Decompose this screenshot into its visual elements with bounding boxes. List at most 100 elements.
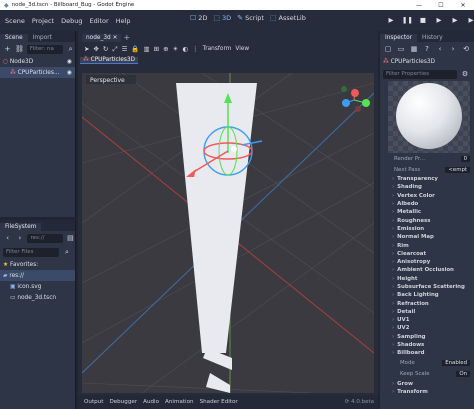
perspective-button[interactable]: Perspective xyxy=(90,77,125,84)
selected-node-label[interactable]: ⁂ CPUParticles3D xyxy=(80,57,139,64)
section-normal-map[interactable]: Normal Map xyxy=(380,233,474,241)
visibility-eye-icon[interactable]: ◉ xyxy=(67,59,72,65)
menu-editor[interactable]: Editor xyxy=(89,17,108,25)
section-uv1[interactable]: UV1 xyxy=(380,316,474,324)
close-button[interactable]: ✕ xyxy=(452,2,474,9)
maximize-button[interactable]: ☐ xyxy=(430,2,452,9)
section-anisotropy[interactable]: Anisotropy xyxy=(380,258,474,266)
back-arrow-icon[interactable]: ‹ xyxy=(435,44,445,54)
minimize-button[interactable]: — xyxy=(408,2,430,9)
tab-output[interactable]: Output xyxy=(84,399,103,405)
billboard-mode-select[interactable]: Enabled xyxy=(442,360,470,367)
tab-inspector[interactable]: Inspector xyxy=(380,34,418,42)
workspace-2d[interactable]: ☐ 2D xyxy=(190,14,207,22)
menu-debug[interactable]: Debug xyxy=(61,17,82,25)
select-tool-icon[interactable]: ➤ xyxy=(84,45,89,53)
search-icon[interactable]: ⌕ xyxy=(66,44,75,54)
load-icon[interactable]: ▭ xyxy=(396,44,406,54)
section-vertex-color[interactable]: Vertex Color xyxy=(380,192,474,200)
section-transform[interactable]: Transform xyxy=(380,388,474,396)
forward-arrow-icon[interactable]: › xyxy=(448,44,458,54)
section-sampling[interactable]: Sampling xyxy=(380,333,474,341)
menu-project[interactable]: Project xyxy=(32,17,54,25)
section-albedo[interactable]: Albedo xyxy=(380,200,474,208)
add-tab-icon[interactable]: + xyxy=(123,33,130,42)
tab-import[interactable]: Import xyxy=(28,34,57,42)
select-list-icon[interactable]: ☰ xyxy=(122,45,128,53)
section-billboard[interactable]: Billboard xyxy=(380,349,474,357)
pause-icon[interactable]: ❚❚ xyxy=(402,15,413,25)
remote-debug-icon[interactable]: ▶ xyxy=(434,15,444,25)
back-arrow-icon[interactable]: ‹ xyxy=(3,233,12,243)
group-icon[interactable]: ▥ xyxy=(143,45,149,53)
section-subsurface[interactable]: Subsurface Scattering xyxy=(380,283,474,291)
tab-debugger[interactable]: Debugger xyxy=(109,399,137,405)
tree-item-cpuparticles[interactable]: ⁂ CPUParticles... ◉ xyxy=(0,67,75,78)
section-shadows[interactable]: Shadows xyxy=(380,341,474,349)
section-rim[interactable]: Rim xyxy=(380,241,474,249)
play-custom-icon[interactable]: ▶ xyxy=(466,15,474,25)
more-icon[interactable]: ⋮ xyxy=(192,45,199,53)
file-item-res[interactable]: ▰ res:// xyxy=(0,270,75,281)
link-icon[interactable]: ⛓ xyxy=(15,44,24,54)
section-ambient-occlusion[interactable]: Ambient Occlusion xyxy=(380,266,474,274)
environment-icon[interactable]: ◐ xyxy=(182,45,188,53)
tab-history[interactable]: History xyxy=(417,34,448,42)
tab-filesystem[interactable]: FileSystem xyxy=(0,223,42,231)
render-priority-row[interactable]: Render Pr... 0 xyxy=(380,153,474,164)
billboard-mode-row[interactable]: Mode Enabled xyxy=(380,358,474,369)
section-metallic[interactable]: Metallic xyxy=(380,208,474,216)
tab-shader-editor[interactable]: Shader Editor xyxy=(200,399,238,405)
tab-audio[interactable]: Audio xyxy=(143,399,159,405)
workspace-3d[interactable]: ⬚ 3D xyxy=(213,14,231,22)
forward-arrow-icon[interactable]: › xyxy=(15,233,24,243)
move-tool-icon[interactable]: ✥ xyxy=(93,45,98,53)
play-scene-icon[interactable]: ▶ xyxy=(450,15,460,25)
add-node-icon[interactable]: + xyxy=(3,44,12,54)
scene-filter-input[interactable]: Filter: na xyxy=(26,44,64,54)
section-clearcoat[interactable]: Clearcoat xyxy=(380,250,474,258)
save-icon[interactable]: ▦ xyxy=(409,44,419,54)
keep-scale-checkbox[interactable]: On xyxy=(456,371,470,378)
view-menu[interactable]: View xyxy=(235,46,249,52)
tab-scene[interactable]: Scene xyxy=(0,34,28,42)
sun-icon[interactable]: ☀ xyxy=(173,45,179,53)
path-field[interactable]: res:// xyxy=(27,233,63,243)
section-grow[interactable]: Grow xyxy=(380,380,474,388)
section-shading[interactable]: Shading xyxy=(380,183,474,191)
search-icon[interactable]: ⌕ xyxy=(62,247,72,257)
help-icon[interactable]: ? xyxy=(422,44,432,54)
transform-menu[interactable]: Transform xyxy=(203,46,232,52)
rotate-tool-icon[interactable]: ↻ xyxy=(103,45,108,53)
tab-animation[interactable]: Animation xyxy=(165,399,194,405)
tree-item-node3d[interactable]: ○ Node3D ◉ xyxy=(0,56,75,67)
lock-icon[interactable]: 🔒 xyxy=(131,45,139,53)
scale-tool-icon[interactable]: ⤢ xyxy=(112,45,117,54)
section-back-lighting[interactable]: Back Lighting xyxy=(380,291,474,299)
property-filter-input[interactable]: Filter Properties xyxy=(383,69,457,79)
section-detail[interactable]: Detail xyxy=(380,308,474,316)
menu-scene[interactable]: Scene xyxy=(5,17,25,25)
workspace-script[interactable]: ✎ Script xyxy=(237,14,264,22)
workspace-assetlib[interactable]: ⬚ AssetLib xyxy=(270,14,306,22)
tools-icon[interactable]: ⚙ xyxy=(460,69,470,79)
play-icon[interactable]: ▶ xyxy=(386,15,396,25)
menu-help[interactable]: Help xyxy=(116,17,131,25)
section-roughness[interactable]: Roughness xyxy=(380,216,474,224)
keep-scale-row[interactable]: Keep Scale On xyxy=(380,369,474,380)
section-emission[interactable]: Emission xyxy=(380,225,474,233)
file-filter-input[interactable]: Filter Files xyxy=(3,247,59,257)
split-mode-icon[interactable]: ▤ xyxy=(66,233,75,243)
scene-tab-node3d[interactable]: node_3d ✕ xyxy=(82,34,122,42)
3d-viewport[interactable]: Perspective xyxy=(82,73,374,393)
local-space-icon[interactable]: ⊕ xyxy=(163,45,168,53)
next-pass-row[interactable]: Next Pass <empt xyxy=(380,164,474,175)
visibility-eye-icon[interactable]: ◉ xyxy=(67,70,72,76)
new-resource-icon[interactable]: ▢ xyxy=(383,44,393,54)
section-uv2[interactable]: UV2 xyxy=(380,324,474,332)
file-item-icon-svg[interactable]: ▣ icon.svg xyxy=(0,281,75,292)
inspector-node-row[interactable]: ⁂ CPUParticles3D xyxy=(380,56,474,67)
file-item-node3d-tscn[interactable]: ▭ node_3d.tscn xyxy=(0,292,75,303)
stop-icon[interactable]: ■ xyxy=(418,15,428,25)
section-height[interactable]: Height xyxy=(380,275,474,283)
